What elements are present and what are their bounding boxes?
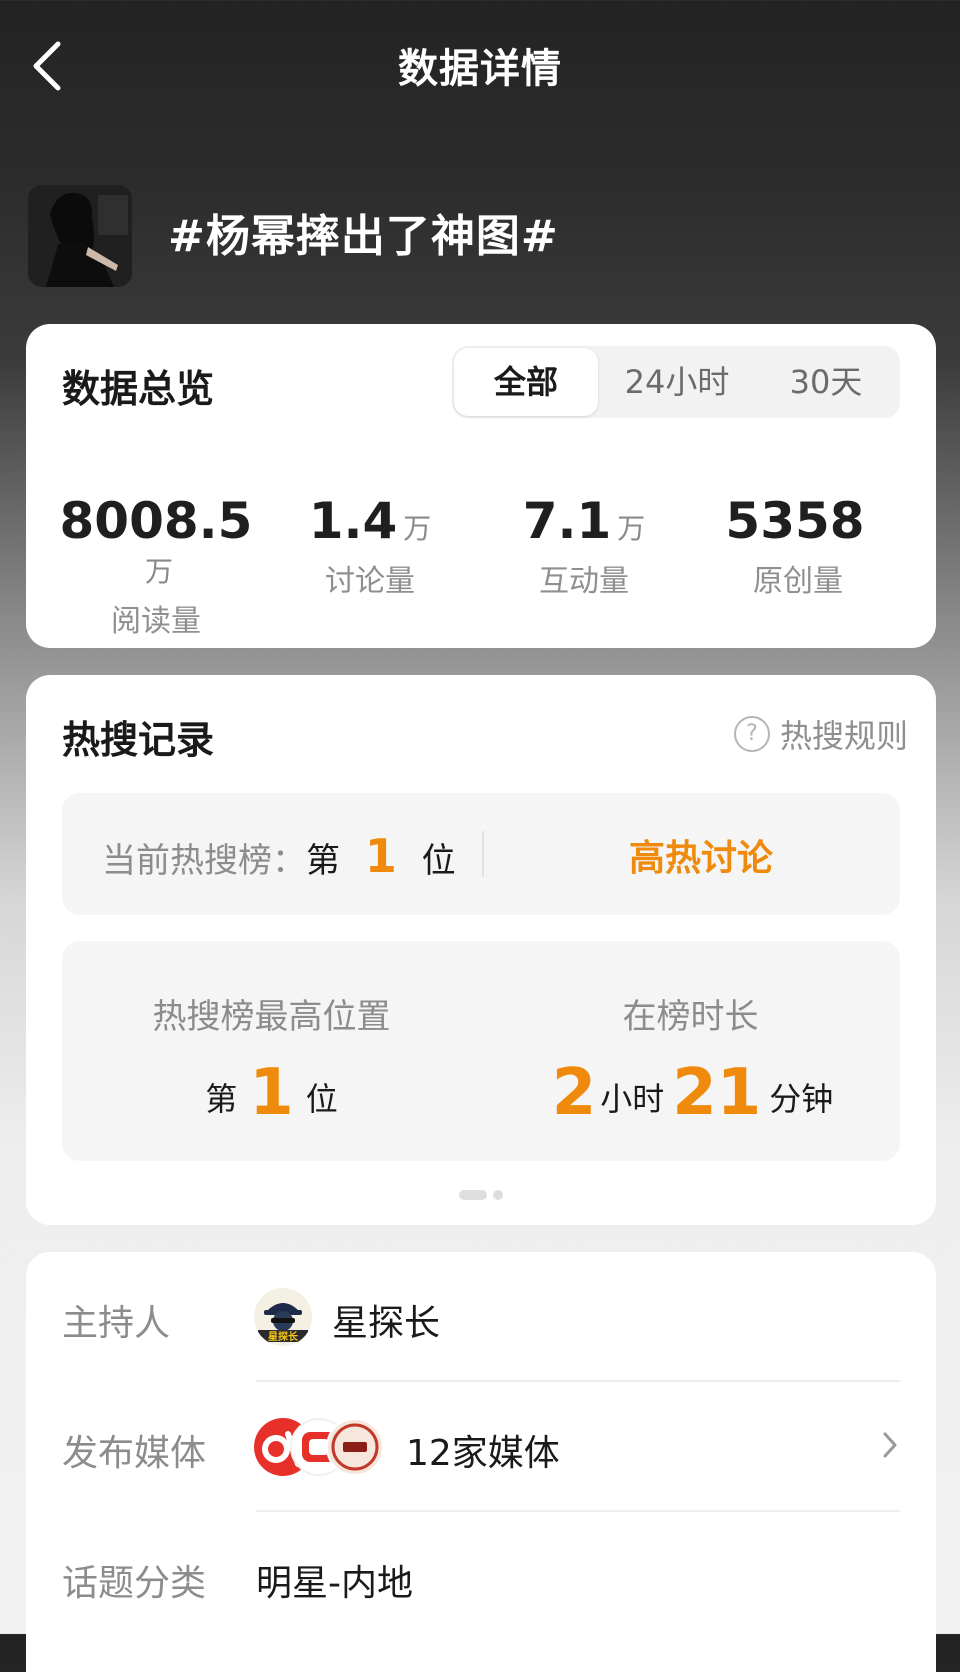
topic-info-card: 主持人 星探长 星探长 发布媒体 12家媒体 话题分类 明星-内地 xyxy=(26,1252,936,1672)
stat-unit: 万 xyxy=(617,512,646,545)
stat-value: 7.1 xyxy=(522,492,612,550)
media-count: 12家媒体 xyxy=(406,1433,560,1474)
current-rank-post: 位 xyxy=(421,841,456,881)
media-avatar xyxy=(326,1418,384,1476)
current-rank-prefix: 当前热搜榜： xyxy=(102,841,306,881)
duration-column: 在榜时长 2 小时 21 分钟 xyxy=(481,989,900,1130)
stat-unit: 万 xyxy=(403,512,432,545)
stat-unit: 万 xyxy=(144,555,173,588)
page-title: 数据详情 xyxy=(398,46,562,92)
tab-all[interactable]: 全部 xyxy=(454,348,598,416)
help-icon: ? xyxy=(733,716,770,752)
category-label: 话题分类 xyxy=(62,1563,207,1604)
stat-value: 8008.5 xyxy=(59,492,253,550)
stat-originals: 5358 原创量 xyxy=(688,492,908,600)
current-rank-pre: 第 xyxy=(306,841,340,881)
duration-hours-unit: 小时 xyxy=(600,1080,665,1118)
peak-rank-value: 第1位 xyxy=(62,1056,481,1130)
media-avatars xyxy=(254,1418,384,1476)
media-label: 发布媒体 xyxy=(62,1433,207,1474)
stat-value: 5358 xyxy=(725,492,865,550)
category-value: 明星-内地 xyxy=(256,1563,413,1604)
stat-interactions: 7.1 万 互动量 xyxy=(474,492,694,600)
peak-panel: 热搜榜最高位置 第1位 在榜时长 2 小时 21 分钟 xyxy=(62,941,900,1161)
category-row: 话题分类 明星-内地 xyxy=(62,1512,900,1642)
duration-value: 2 小时 21 分钟 xyxy=(481,1056,900,1130)
hot-search-title: 热搜记录 xyxy=(62,718,215,762)
stat-reads: 8008.5 万 阅读量 xyxy=(46,492,266,640)
rules-label: 热搜规则 xyxy=(779,717,908,755)
topic-thumbnail xyxy=(28,185,132,287)
hot-discussion-tag: 高热讨论 xyxy=(628,838,773,879)
peak-rank-post: 位 xyxy=(305,1080,338,1118)
duration-label: 在榜时长 xyxy=(622,997,759,1037)
stat-label: 互动量 xyxy=(539,564,629,599)
duration-minutes: 21 xyxy=(672,1056,762,1130)
duration-hours: 2 xyxy=(551,1056,597,1130)
stat-label: 阅读量 xyxy=(111,604,201,639)
tab-24h[interactable]: 24小时 xyxy=(602,346,752,418)
stat-label: 讨论量 xyxy=(325,564,415,599)
current-rank-panel: 当前热搜榜：第 1 位 高热讨论 xyxy=(62,793,900,915)
duration-minutes-unit: 分钟 xyxy=(769,1080,834,1118)
peak-rank-pre: 第 xyxy=(205,1080,238,1118)
host-row[interactable]: 主持人 星探长 星探长 xyxy=(62,1252,900,1382)
time-range-tabs: 全部 24小时 30天 xyxy=(452,346,900,418)
host-avatar: 星探长 xyxy=(254,1288,312,1346)
hot-search-card: 热搜记录 ? 热搜规则 当前热搜榜：第 1 位 高热讨论 热搜榜最高位置 第1位… xyxy=(26,675,936,1225)
stat-label: 原创量 xyxy=(753,564,843,599)
stat-discussions: 1.4 万 讨论量 xyxy=(260,492,480,600)
overview-title: 数据总览 xyxy=(62,367,215,411)
hot-search-rules-link[interactable]: ? 热搜规则 xyxy=(733,711,908,757)
panel-divider xyxy=(482,831,484,877)
peak-rank-number: 1 xyxy=(249,1056,294,1130)
tab-30d[interactable]: 30天 xyxy=(752,346,900,418)
peak-rank-label: 热搜榜最高位置 xyxy=(152,997,391,1037)
svg-text:星探长: 星探长 xyxy=(268,1330,299,1343)
chevron-right-icon xyxy=(883,1432,897,1458)
current-rank-number: 1 xyxy=(364,829,397,883)
peak-rank-column: 热搜榜最高位置 第1位 xyxy=(62,989,481,1130)
host-name: 星探长 xyxy=(332,1303,441,1344)
page-indicator xyxy=(26,1185,936,1204)
media-row[interactable]: 发布媒体 12家媒体 xyxy=(62,1382,900,1512)
page-dot-active xyxy=(459,1190,487,1200)
stat-value: 1.4 xyxy=(308,492,398,550)
current-rank-text: 当前热搜榜：第 1 位 xyxy=(102,829,456,883)
overview-card: 数据总览 全部 24小时 30天 8008.5万 阅读量 1.4 万 讨论量 7.… xyxy=(26,324,936,648)
host-label: 主持人 xyxy=(62,1303,171,1344)
topic-title: #杨幂摔出了神图# xyxy=(168,211,559,262)
page-dot xyxy=(493,1190,503,1200)
